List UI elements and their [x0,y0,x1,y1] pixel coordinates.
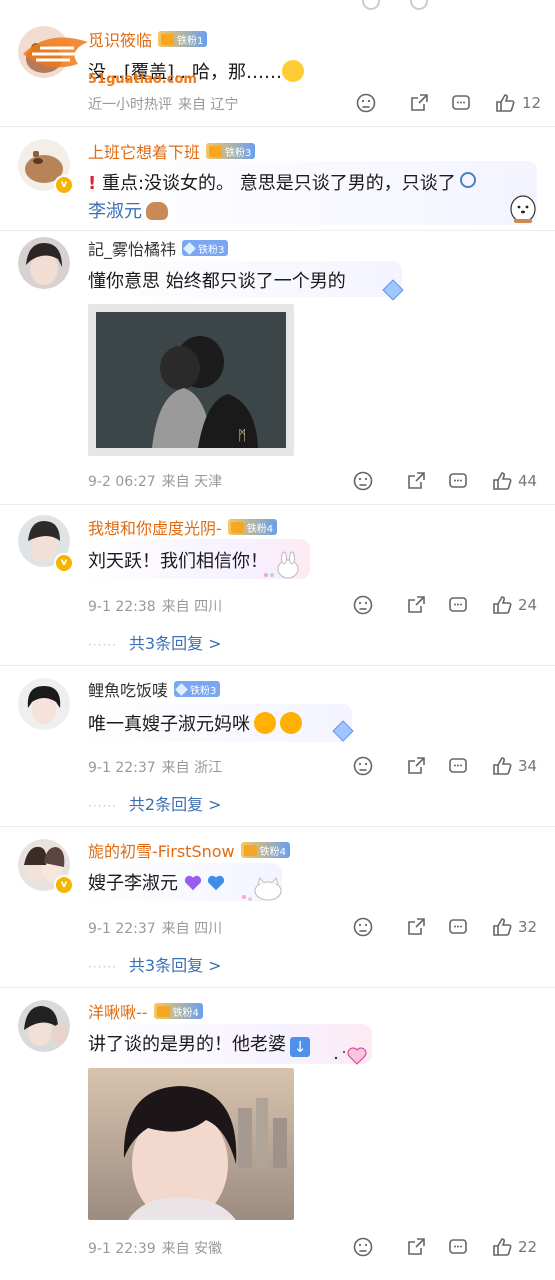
comment-item: 鲤魚吃饭唛 铁粉3 唯一真嫂子淑元妈咪 9-1 22:37 来自 浙江 34 ··… [0,666,555,826]
like-count: 34 [518,757,538,775]
diamond-sticker-icon [382,279,404,301]
username[interactable]: 旎的初雪-FirstSnow [88,838,235,862]
watermark-logo: 51guatiao.com [18,24,218,90]
like-icon[interactable] [491,916,513,938]
like-icon[interactable] [491,470,513,492]
share-icon[interactable] [405,470,427,492]
comment-meta: 9-2 06:27 来自 天津 [88,474,223,490]
crying-emoji-icon [280,712,302,734]
fan-badge: 铁粉4 [153,1003,203,1019]
dislike-icon[interactable] [362,0,380,10]
crying-emoji-icon [254,712,276,734]
like-count: 22 [518,1238,538,1256]
comment-icon[interactable] [447,594,469,616]
username[interactable]: 上班它想着下班 [88,139,200,163]
like-icon[interactable] [491,1236,513,1258]
like-count: 12 [522,94,542,112]
thinking-emoji-icon [282,60,305,82]
share-icon[interactable] [405,1236,427,1258]
verified-badge-icon: v [54,175,74,195]
blue-heart-icon [208,875,225,891]
purple-heart-icon [184,875,201,891]
dislike-icon[interactable] [352,916,374,938]
comment-meta: 9-1 22:39 来自 安徽 [88,1241,223,1257]
avatar[interactable] [18,237,70,289]
dislike-icon[interactable] [352,755,374,777]
like-count: 44 [518,472,538,490]
comment-meta: 9-1 22:38 来自 四川 [88,599,223,615]
comment-text: 懂你意思 始终都只谈了一个男的 [88,271,346,292]
avatar[interactable] [18,678,70,730]
username[interactable]: 記_雾怡橘祎 [88,236,176,260]
username[interactable]: 鲤魚吃饭唛 [88,677,168,701]
heart-sticker-icon [334,1047,367,1065]
share-icon[interactable] [410,0,428,10]
like-icon[interactable] [491,755,513,777]
comment-text: 讲了谈的是男的！他老婆 ↓ [88,1030,310,1057]
comment-icon[interactable] [447,916,469,938]
comment-item: v 上班它想着下班 铁粉3 ! 重点:没谈女的。 意思是只谈了男的，只谈了 李淑… [0,127,555,230]
fan-badge: 铁粉3 [174,681,221,697]
comment-text-line1: ! 重点:没谈女的。 意思是只谈了男的，只谈了 [88,169,476,195]
like-count: 24 [518,596,538,614]
comment-text-line2[interactable]: 李淑元 [88,197,168,223]
top-strip [0,0,555,12]
dislike-icon[interactable] [355,92,377,114]
share-icon[interactable] [405,916,427,938]
dislike-icon[interactable] [352,594,374,616]
dislike-icon[interactable] [352,1236,374,1258]
dislike-icon[interactable] [352,470,374,492]
comment-meta: 近一小时热评 来自 辽宁 [88,97,239,113]
verified-badge-icon: v [54,553,74,573]
comment-photo[interactable]: ᛗ [88,304,294,456]
view-replies-link[interactable]: ······ 共3条回复 > [88,630,222,654]
comment-photo[interactable] [88,1068,294,1220]
comment-meta: 9-1 22:37 来自 浙江 [88,760,223,776]
down-arrow-emoji-icon: ↓ [290,1037,310,1057]
cat-sticker-icon [242,876,282,901]
fan-badge: 铁粉3 [182,240,229,256]
comment-item: v 我想和你虚度光阴- 铁粉4 刘天跃！我们相信你！ 9-1 22:38 来自 四… [0,505,555,665]
comment-text: 刘天跃！我们相信你！ [88,551,268,572]
comment-item: 洋啾啾-- 铁粉4 讲了谈的是男的！他老婆 ↓ 9-1 22:39 来自 安徽 22 [0,988,555,1278]
bunny-sticker-icon [264,551,299,579]
like-icon[interactable] [491,594,513,616]
fan-badge: 铁粉4 [227,519,278,535]
view-replies-link[interactable]: ······ 共2条回复 > [88,791,222,815]
comment-meta: 9-1 22:37 来自 四川 [88,921,223,937]
share-icon[interactable] [405,594,427,616]
username[interactable]: 洋啾啾-- [88,999,148,1023]
watermark-url: 51guatiao.com [88,72,197,87]
avatar[interactable] [18,1000,70,1052]
comment-item: v 旎的初雪-FirstSnow 铁粉4 嫂子李淑元 9-1 22:37 来自 四… [0,827,555,987]
share-icon[interactable] [408,92,430,114]
username[interactable]: 我想和你虚度光阴- [88,515,222,539]
fan-badge: 铁粉3 [206,143,256,159]
comment-icon[interactable] [450,92,472,114]
like-icon[interactable] [494,92,516,114]
like-count: 32 [518,918,538,936]
comment-text: 唯一真嫂子淑元妈咪 [88,710,302,736]
comment-icon[interactable] [447,755,469,777]
search-icon[interactable] [459,172,476,188]
comment-icon[interactable] [447,1236,469,1258]
share-icon[interactable] [405,755,427,777]
svg-text:ᛗ: ᛗ [238,428,246,444]
verified-badge-icon: v [54,875,74,895]
dog-sticker-icon [510,195,536,223]
diamond-sticker-icon [332,720,354,742]
capybara-emoji-icon [146,202,168,220]
comment-text: 嫂子李淑元 [88,869,225,895]
comment-item: 記_雾怡橘祎 铁粉3 懂你意思 始终都只谈了一个男的 ᛗ 9-2 06:27 来自… [0,231,555,504]
view-replies-link[interactable]: ······ 共3条回复 > [88,952,222,976]
fan-badge: 铁粉4 [240,842,290,858]
comment-icon[interactable] [447,470,469,492]
